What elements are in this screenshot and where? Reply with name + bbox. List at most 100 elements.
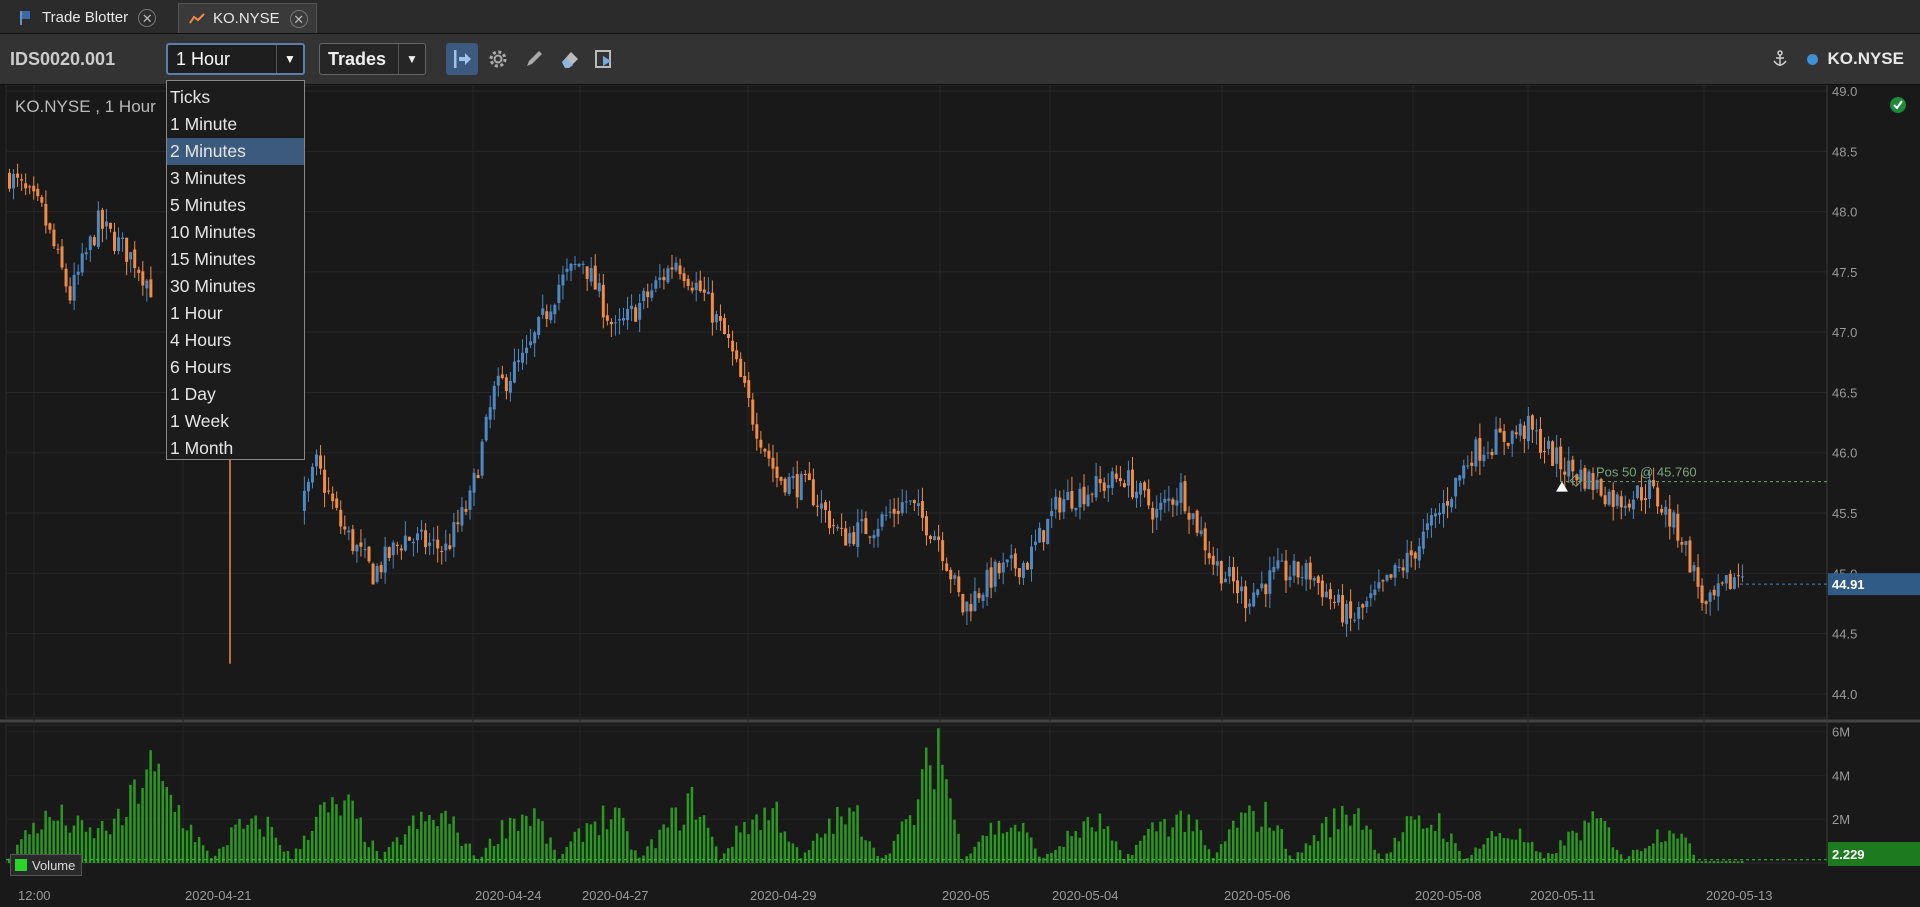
candle-body [310,466,314,483]
candle-body [367,546,371,562]
volume-bar [1401,832,1405,863]
interval-option[interactable]: 5 Minutes [167,192,304,219]
volume-bar [484,847,488,863]
candle-body [44,203,48,226]
volume-bar [1575,832,1578,863]
anchor-icon[interactable] [1771,50,1789,68]
candle-body [957,576,961,593]
volume-bar [589,824,593,863]
candle-body [573,263,577,265]
volume-bar [1215,852,1219,863]
volume-bar [1280,829,1283,863]
volume-bar [924,747,928,863]
close-icon[interactable]: ✕ [138,8,157,27]
volume-bar [929,765,932,863]
candle-body [113,231,117,251]
close-icon[interactable]: ✕ [289,9,308,28]
candle-body [1478,438,1482,461]
candle-body [1587,471,1591,490]
candle-body [775,466,779,478]
candle-body [759,439,763,448]
volume-bar [1126,853,1130,863]
volume-tick-label: 4M [1832,768,1850,783]
volume-bar [1074,831,1077,863]
volume-bar [1409,816,1413,863]
volume-bar [1256,831,1259,863]
volume-bar [1328,837,1332,863]
volume-bar [327,812,330,863]
interval-dropdown-menu: Ticks 1 Minute 2 Minutes 3 Minutes 5 Minutes… [166,80,305,460]
candle-body [68,286,72,301]
candle-body [945,563,949,571]
settings-button[interactable] [482,43,514,75]
candle-body [545,311,549,320]
tab-trade-blotter[interactable]: Trade Blotter ✕ [8,3,157,32]
chevron-down-icon[interactable]: ▼ [276,45,303,73]
interval-select[interactable]: 1 Hour ▼ [166,43,305,75]
volume-bar [359,817,362,863]
candle-body [767,450,771,459]
candle-body [84,252,88,255]
volume-bar [646,846,649,863]
volume-bar [714,846,718,863]
volume-bar [189,824,193,863]
candle-body [702,289,706,293]
candle-body [650,290,654,298]
interval-option[interactable]: 6 Hours [167,354,304,381]
volume-bar [617,808,621,863]
interval-option[interactable]: 1 Month [167,435,304,462]
candle-body [953,575,957,579]
volume-bar [1591,811,1594,863]
candle-body [1413,552,1417,559]
interval-option[interactable]: 1 Week [167,408,304,435]
interval-option[interactable]: 30 Minutes [167,273,304,300]
interval-option[interactable]: 2 Minutes [167,138,304,165]
candle-body [1648,479,1652,499]
draw-button[interactable] [518,43,550,75]
scroll-to-end-button[interactable] [446,43,478,75]
candle-body [626,308,630,321]
candle-body [549,311,553,321]
export-button[interactable] [588,43,620,75]
interval-option[interactable]: 10 Minutes [167,219,304,246]
candle-body [1078,488,1082,508]
interval-option[interactable]: 3 Minutes [167,165,304,192]
volume-bar [1025,832,1029,863]
interval-option[interactable]: 1 Day [167,381,304,408]
candle-body [383,546,387,573]
tab-ko-nyse[interactable]: KO.NYSE ✕ [178,3,317,33]
candle-body [1458,475,1462,481]
interval-option[interactable]: 4 Hours [167,327,304,354]
volume-bar [363,841,366,863]
volume-bar [181,828,185,863]
volume-bar [945,779,948,863]
chevron-down-icon[interactable]: ▼ [398,44,425,74]
candle-body [1732,577,1736,589]
candle-body [56,248,60,250]
candle-body [117,237,121,252]
candle-body [452,522,456,548]
volume-bar [908,815,912,863]
volume-bar [153,771,156,863]
candle-body [1110,471,1114,488]
volume-bar [1070,836,1073,863]
time-tick-label: 2020-04-24 [475,888,542,903]
volume-bar [508,817,512,863]
volume-bar [1656,829,1659,863]
data-type-select[interactable]: Trades ▼ [319,43,426,75]
eraser-button[interactable] [554,43,586,75]
candle-body [488,407,492,420]
candle-body [496,375,500,386]
volume-bar [795,847,799,863]
interval-option[interactable]: 15 Minutes [167,246,304,273]
candle-body [872,535,876,539]
volume-bar [1058,846,1061,863]
candle-body [1377,582,1381,589]
interval-option[interactable]: 1 Hour [167,300,304,327]
volume-bar [852,811,855,863]
candle-body [1179,482,1183,503]
candle-body [407,536,411,541]
interval-option[interactable]: 1 Minute [167,111,304,138]
interval-option[interactable]: Ticks [167,84,304,111]
volume-bar [1389,852,1393,863]
